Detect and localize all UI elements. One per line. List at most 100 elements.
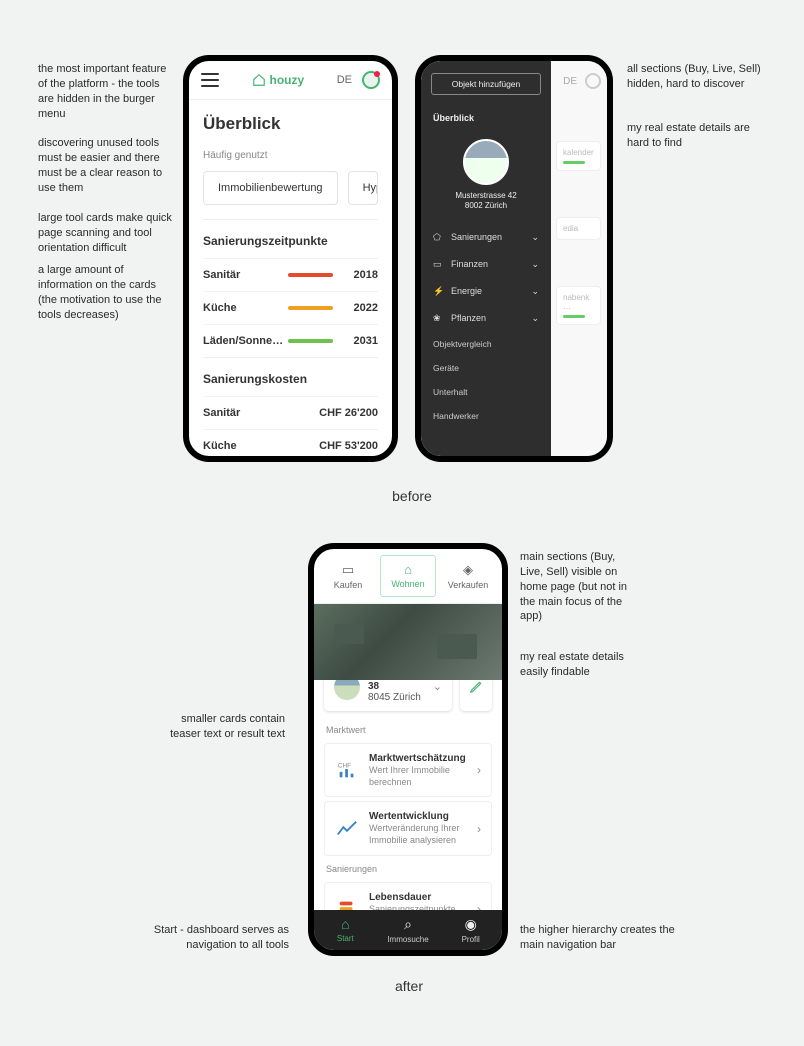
svg-text:CHF: CHF [338,762,351,769]
behind-card: edia [556,217,601,240]
tab-icon: ⌂ [381,562,435,577]
chevron-down-icon: ⌄ [433,680,442,693]
top-tabs: ▭ Kaufen ⌂ Wohnen ◈Verkaufen [314,549,502,604]
annotation-infooverload: a large amount of information on the car… [38,263,173,322]
chevron-down-icon: ⌄ [531,232,539,243]
tool-desc: Wertveränderung Ihrer Immobilie analysie… [369,823,467,846]
phone-before-overview: houzy DE Überblick Häufig genutzt Immobi… [183,55,398,462]
nav-label: Immosuche [387,935,428,944]
tab-label: Kaufen [334,580,363,590]
chevron-down-icon: ⌄ [531,313,539,324]
drawer-item[interactable]: ⚡ Energie ⌄ [421,278,551,305]
drawer-link[interactable]: Unterhalt [421,380,551,404]
drawer-item-label: Finanzen [451,259,488,269]
row-year: 2031 [333,335,378,347]
tool-category-label: Sanierungen [314,860,502,878]
nav-icon: ⌂ [314,916,377,932]
page-title: Überblick [203,114,378,134]
drawer-link[interactable]: Geräte [421,356,551,380]
lang-switch[interactable]: DE [563,76,577,87]
drawer-item-icon: ⚡ [433,286,445,297]
behind-card: nabenk … [556,286,601,325]
top-tab[interactable]: ◈Verkaufen [440,555,496,597]
profile-avatar-icon[interactable] [585,73,601,89]
row-label: Sanitär [203,269,288,281]
annotation-largecards: large tool cards make quick page scannin… [38,211,173,256]
renovation-cost-row[interactable]: Küche CHF 53'200 [203,429,378,462]
phone-before-drawer: DE kalender edia nabenk … Objekt hinzufü… [415,55,613,462]
tab-label: Wohnen [391,579,424,589]
drawer-link[interactable]: Objektvergleich [421,332,551,356]
sidebar-drawer: Objekt hinzufügen Überblick Musterstrass… [421,61,551,456]
annotation-sections-hidden: all sections (Buy, Live, Sell) hidden, h… [627,62,772,92]
row-label: Läden/Sonnens … [203,335,288,347]
row-year: 2018 [333,269,378,281]
label-after: after [384,978,434,994]
renovation-date-row[interactable]: Küche 2022 [203,291,378,324]
drawer-item-icon: ⬠ [433,232,445,243]
tool-icon: CHF [335,758,359,782]
tool-icon [335,817,359,841]
drawer-item[interactable]: ▭ Finanzen ⌄ [421,251,551,278]
pencil-icon [469,680,483,694]
row-label: Küche [203,302,288,314]
annotation-hierarchy-nav: the higher hierarchy creates the main na… [520,923,685,953]
annotation-smaller-cards: smaller cards contain teaser text or res… [160,712,285,742]
drawer-item-icon: ❀ [433,313,445,324]
brand-name: houzy [270,73,305,87]
section-renovation-costs: Sanierungskosten [203,357,378,396]
tool-pill-valuation[interactable]: Immobilienbewertung [203,171,338,205]
row-label: Sanitär [203,407,288,419]
annotation-sections-visible: main sections (Buy, Live, Sell) visible … [520,550,635,624]
renovation-cost-row[interactable]: Sanitär CHF 26'200 [203,396,378,429]
chevron-right-icon: › [477,822,481,836]
property-address: Musterstrasse 42 8002 Zürich [421,191,551,212]
tool-category-label: Marktwert [314,721,502,739]
top-tab[interactable]: ▭ Kaufen [320,555,376,597]
drawer-item[interactable]: ⬠Sanierungen⌄ [421,224,551,251]
progress-bar-icon [288,306,333,310]
nav-icon: ◉ [439,916,502,933]
bottom-nav: ⌂Start⌕ Immosuche ◉ Profil [314,910,502,950]
tool-desc: Wert Ihrer Immobilie berechnen [369,765,467,788]
burger-menu-icon[interactable] [201,73,219,87]
top-tab[interactable]: ⌂ Wohnen [380,555,436,597]
drawer-item[interactable]: ❀ Pflanzen ⌄ [421,305,551,332]
drawer-item-label: Energie [451,286,482,296]
chevron-down-icon: ⌄ [531,259,539,270]
frequently-list: Immobilienbewertung Hypotheke [203,171,378,205]
tab-label: Verkaufen [448,580,489,590]
tool-title: Marktwertschätzung [369,752,467,765]
property-photo[interactable] [463,139,509,185]
tool-title: Lebensdauer [369,891,467,904]
tool-title: Sanierungskosten [369,949,467,956]
drawer-item-icon: ▭ [433,259,445,270]
chevron-down-icon: ⌄ [531,286,539,297]
frequently-label: Häufig genutzt [203,150,378,161]
topbar: houzy DE [189,61,392,100]
drawer-link[interactable]: Handwerker [421,404,551,428]
tool-card[interactable]: Wertentwicklung Wertveränderung Ihrer Im… [324,801,492,855]
tab-icon: ▭ [321,562,375,578]
bottom-nav-item[interactable]: ◉ Profil [439,916,502,944]
annotation-burger: the most important feature of the platfo… [38,62,173,121]
renovation-date-row[interactable]: Sanitär 2018 [203,258,378,291]
tool-card[interactable]: CHF Marktwertschätzung Wert Ihrer Immobi… [324,743,492,797]
progress-bar-icon [288,339,333,343]
profile-avatar-icon[interactable] [362,71,380,89]
bottom-nav-item[interactable]: ⌕ Immosuche [377,916,440,944]
nav-icon: ⌕ [377,916,440,933]
section-renovation-dates: Sanierungszeitpunkte [203,219,378,258]
brand-logo: houzy [252,73,305,87]
lang-switch[interactable]: DE [337,74,352,86]
nav-label: Profil [462,935,480,944]
row-cost: CHF 26'200 [312,407,378,419]
add-property-button[interactable]: Objekt hinzufügen [431,73,541,95]
phone-after: ▭Kaufen⌂Wohnen◈Verkaufen Austrasse 38 80… [308,543,508,956]
bottom-nav-item[interactable]: ⌂Start [314,916,377,944]
drawer-title: Überblick [421,105,551,131]
drawer-item-label: Pflanzen [451,313,486,323]
tool-pill-mortgage[interactable]: Hypotheke [348,171,378,205]
renovation-date-row[interactable]: Läden/Sonnens … 2031 [203,324,378,357]
chevron-right-icon: › [477,763,481,777]
